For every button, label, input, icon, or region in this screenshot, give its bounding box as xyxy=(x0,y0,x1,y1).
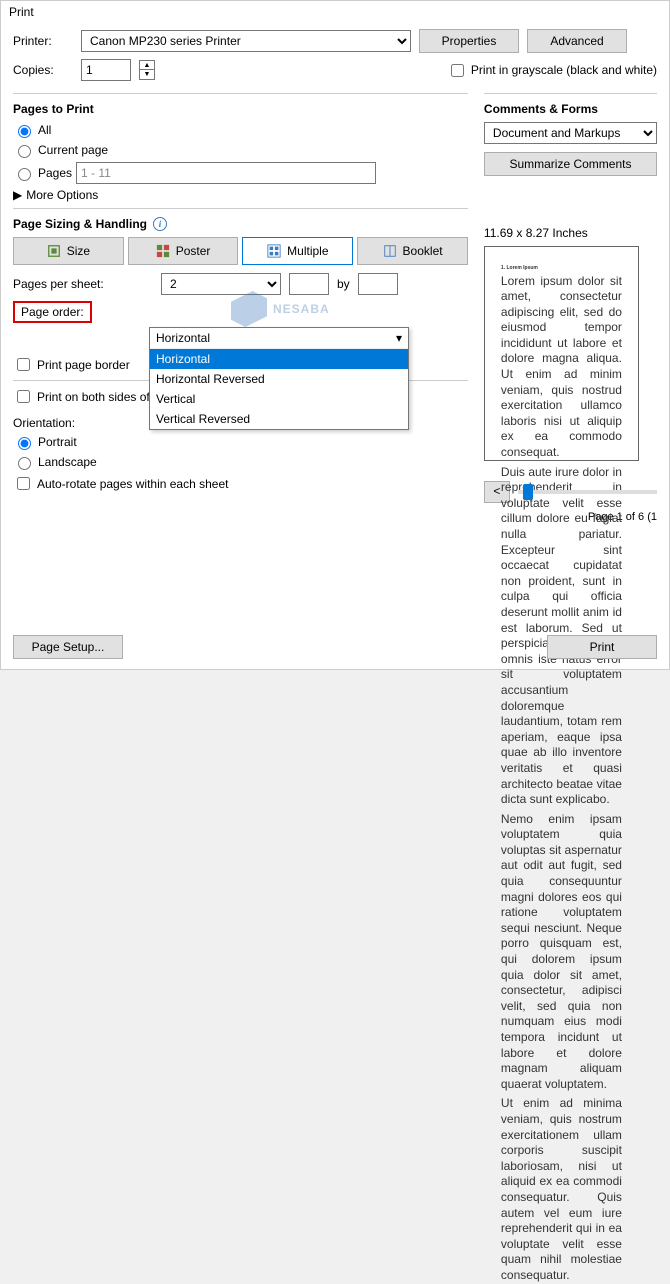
pages-radio[interactable] xyxy=(18,168,31,181)
page-order-option-horizontal[interactable]: Horizontal xyxy=(150,349,408,369)
poster-tab[interactable]: Poster xyxy=(128,237,239,265)
sizing-title: Page Sizing & Handling xyxy=(13,217,147,231)
all-label: All xyxy=(38,123,51,137)
poster-icon xyxy=(156,244,170,258)
booklet-tab[interactable]: Booklet xyxy=(357,237,468,265)
current-page-label: Current page xyxy=(38,143,108,157)
advanced-button[interactable]: Advanced xyxy=(527,29,627,53)
page-setup-button[interactable]: Page Setup... xyxy=(13,635,123,659)
page-order-option-horizontal-reversed[interactable]: Horizontal Reversed xyxy=(150,369,408,389)
printer-select[interactable]: Canon MP230 series Printer xyxy=(81,30,411,52)
grayscale-label: Print in grayscale (black and white) xyxy=(471,63,657,77)
triangle-right-icon: ▶ xyxy=(13,188,22,202)
page-order-option-vertical[interactable]: Vertical xyxy=(150,389,408,409)
size-tab-label: Size xyxy=(67,244,90,258)
size-icon xyxy=(47,244,61,258)
pages-range-input[interactable] xyxy=(76,162,376,184)
page-border-checkbox[interactable] xyxy=(17,358,30,371)
copies-label: Copies: xyxy=(13,63,73,77)
comments-title: Comments & Forms xyxy=(484,102,657,116)
chevron-down-icon: ▾ xyxy=(396,331,402,345)
properties-button[interactable]: Properties xyxy=(419,29,519,53)
comments-select[interactable]: Document and Markups xyxy=(484,122,657,144)
more-options-toggle[interactable]: ▶ More Options xyxy=(13,188,468,202)
print-button[interactable]: Print xyxy=(547,635,657,659)
pages-to-print-title: Pages to Print xyxy=(13,102,468,116)
size-tab[interactable]: Size xyxy=(13,237,124,265)
info-icon[interactable]: i xyxy=(153,217,167,231)
page-order-dropdown[interactable]: Horizontal ▾ Horizontal Horizontal Rever… xyxy=(149,327,409,430)
booklet-tab-label: Booklet xyxy=(403,244,443,258)
both-sides-label: Print on both sides of xyxy=(37,390,150,404)
page-order-option-vertical-reversed[interactable]: Vertical Reversed xyxy=(150,409,408,429)
multiple-icon xyxy=(267,244,281,258)
pages-per-sheet-select[interactable]: 2 xyxy=(161,273,281,295)
both-sides-checkbox[interactable] xyxy=(17,390,30,403)
multiple-tab[interactable]: Multiple xyxy=(242,237,353,265)
landscape-label: Landscape xyxy=(38,455,97,469)
page-border-label: Print page border xyxy=(37,358,130,372)
current-page-radio[interactable] xyxy=(18,145,31,158)
booklet-icon xyxy=(383,244,397,258)
page-order-selected[interactable]: Horizontal ▾ xyxy=(150,328,408,349)
multiple-tab-label: Multiple xyxy=(287,244,328,258)
portrait-radio[interactable] xyxy=(18,437,31,450)
window-title: Print xyxy=(1,1,669,23)
printer-label: Printer: xyxy=(13,34,73,48)
custom-cols-input[interactable] xyxy=(289,273,329,295)
summarize-button[interactable]: Summarize Comments xyxy=(484,152,657,176)
portrait-label: Portrait xyxy=(38,435,77,449)
all-radio[interactable] xyxy=(18,125,31,138)
copies-spinner[interactable]: ▲ ▼ xyxy=(139,60,155,80)
more-options-label: More Options xyxy=(26,188,98,202)
page-slider[interactable] xyxy=(518,490,657,494)
auto-rotate-checkbox[interactable] xyxy=(17,477,30,490)
landscape-radio[interactable] xyxy=(18,457,31,470)
copies-input[interactable] xyxy=(81,59,131,81)
spinner-up-icon[interactable]: ▲ xyxy=(140,61,154,70)
preview-page: 1. Lorem Ipsum Lorem ipsum dolor sit ame… xyxy=(484,246,639,461)
pages-per-sheet-label: Pages per sheet: xyxy=(13,277,153,291)
by-label: by xyxy=(337,277,350,291)
custom-rows-input[interactable] xyxy=(358,273,398,295)
preview-dimensions: 11.69 x 8.27 Inches xyxy=(484,226,657,240)
auto-rotate-label: Auto-rotate pages within each sheet xyxy=(37,477,228,491)
spinner-down-icon[interactable]: ▼ xyxy=(140,70,154,79)
page-order-label: Page order: xyxy=(13,301,92,323)
pages-label: Pages xyxy=(38,166,72,180)
slider-thumb[interactable] xyxy=(523,484,533,500)
poster-tab-label: Poster xyxy=(176,244,211,258)
grayscale-checkbox[interactable] xyxy=(451,64,464,77)
